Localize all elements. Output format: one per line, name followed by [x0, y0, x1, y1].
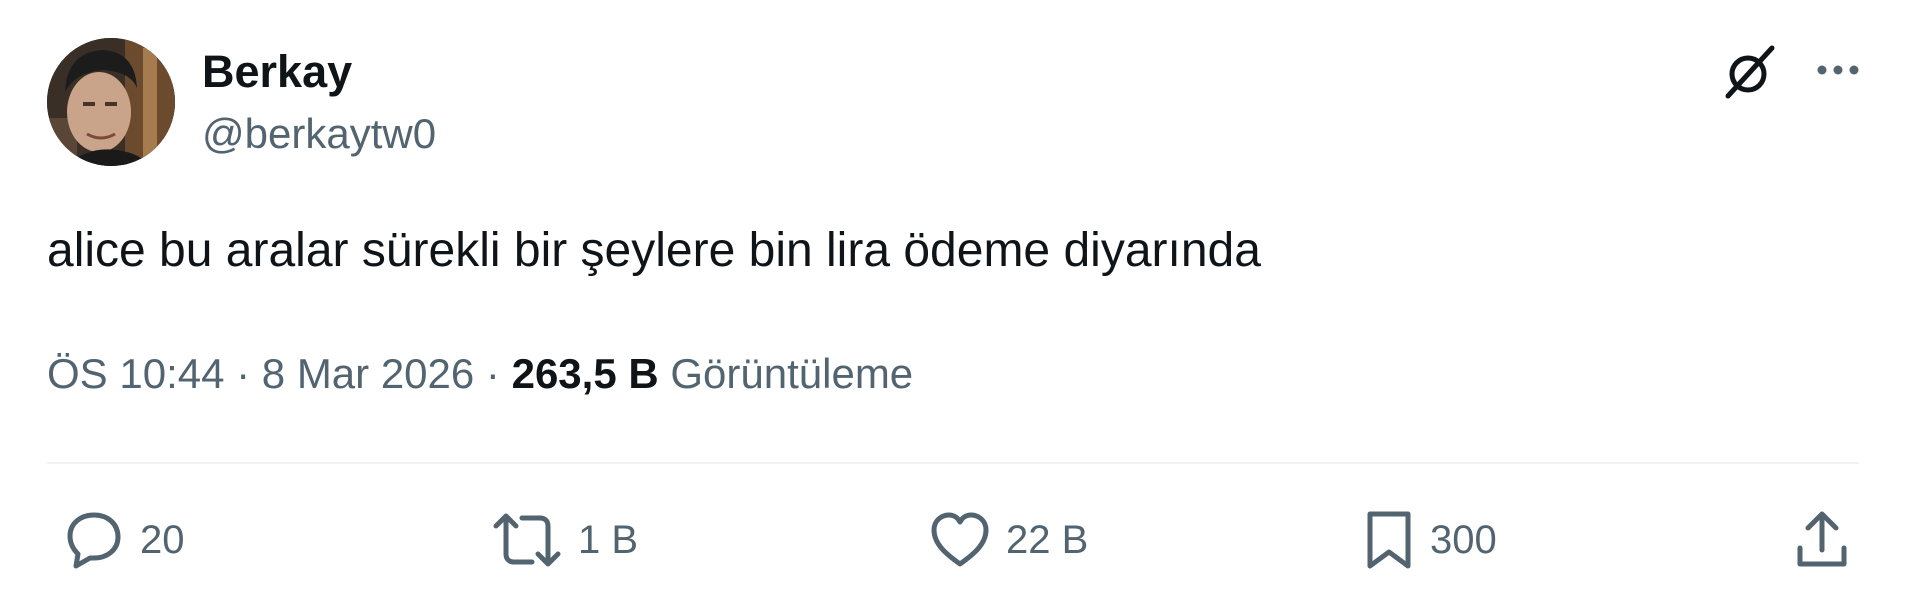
tweet-meta: ÖS 10:44 · 8 Mar 2026 · 263,5 B Görüntül…: [47, 346, 913, 402]
retweet-icon: [493, 513, 561, 567]
views-label: Görüntüleme: [670, 350, 914, 397]
tweet-text: alice bu aralar sürekli bir şeylere bin …: [47, 224, 1261, 277]
repost-count: 1 B: [578, 518, 639, 562]
reply-button[interactable]: 20: [62, 505, 185, 575]
like-icon: [931, 512, 989, 567]
bookmark-icon: [1367, 511, 1411, 569]
meta-separator: ·: [224, 350, 262, 397]
like-count: 22 B: [1006, 518, 1089, 562]
more-options-icon[interactable]: [1810, 50, 1866, 90]
tweet-card: Berkay @berkaytw0 alice bu aralar sürekl…: [0, 0, 1906, 592]
avatar-photo: [47, 38, 175, 166]
bookmark-count: 300: [1430, 518, 1497, 562]
display-name[interactable]: Berkay: [202, 44, 352, 100]
divider: [47, 462, 1859, 464]
tweet-time[interactable]: ÖS 10:44: [47, 350, 224, 397]
reply-icon: [67, 512, 121, 569]
tweet-date[interactable]: 8 Mar 2026: [262, 350, 474, 397]
bookmark-button[interactable]: 300: [1362, 505, 1497, 575]
user-handle[interactable]: @berkaytw0: [202, 106, 436, 162]
grok-icon[interactable]: [1718, 40, 1782, 104]
repost-button[interactable]: 1 B: [490, 505, 638, 575]
avatar[interactable]: [47, 38, 175, 166]
share-icon: [1797, 511, 1847, 567]
views-count[interactable]: 263,5 B: [512, 350, 659, 397]
reply-count: 20: [140, 518, 185, 562]
like-button[interactable]: 22 B: [928, 505, 1088, 575]
meta-separator: ·: [474, 350, 512, 397]
share-button[interactable]: [1792, 505, 1852, 575]
